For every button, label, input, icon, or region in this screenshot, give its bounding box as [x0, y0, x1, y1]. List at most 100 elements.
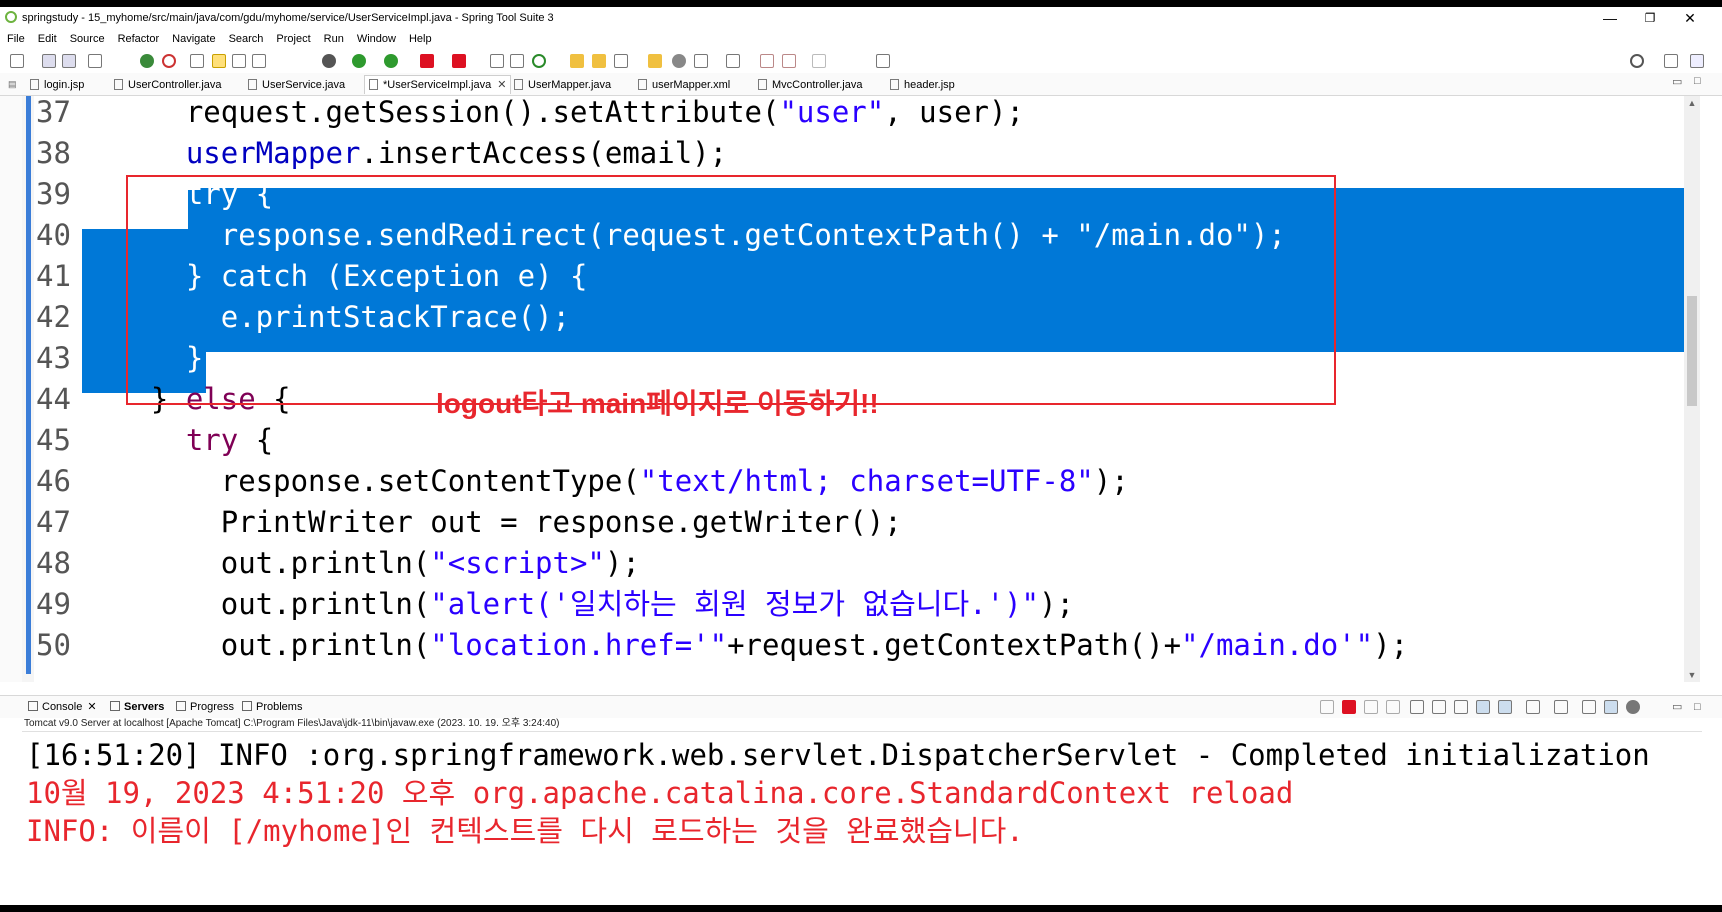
tab-list-icon[interactable]: ▤: [8, 79, 17, 90]
menu-project[interactable]: Project: [269, 29, 316, 49]
last-edit-icon[interactable]: [760, 54, 774, 68]
settings-icon[interactable]: [672, 54, 686, 68]
minimize-panel-icon[interactable]: ▭: [1672, 696, 1682, 718]
search-toolbar-icon[interactable]: [232, 54, 246, 68]
save-all-icon[interactable]: [62, 54, 76, 68]
minimize-editor-icon[interactable]: ▭: [1672, 75, 1682, 88]
open-console-icon[interactable]: [1554, 700, 1568, 714]
open-perspective-icon[interactable]: [1664, 54, 1678, 68]
menu-edit[interactable]: Edit: [31, 29, 63, 49]
show-stderr-icon[interactable]: [1476, 700, 1490, 714]
line-number: 38: [36, 136, 71, 170]
tab-userservice-java[interactable]: UserService.java: [248, 76, 345, 94]
code-editor[interactable]: 37 request.getSession().setAttribute("us…: [0, 96, 1722, 682]
tab-label: header.jsp: [904, 79, 955, 91]
tab-header-jsp[interactable]: header.jsp: [890, 76, 955, 94]
menu-source[interactable]: Source: [63, 29, 111, 49]
line-text: userMapper.insertAccess(email);: [185, 136, 728, 170]
close-tab-icon[interactable]: ✕: [497, 79, 506, 91]
terminate-icon[interactable]: [452, 54, 466, 68]
tab-usermapper-java[interactable]: UserMapper.java: [514, 76, 611, 94]
menu-file[interactable]: File: [0, 29, 31, 49]
scroll-lock-icon[interactable]: [1410, 700, 1424, 714]
new-console-icon[interactable]: [1582, 700, 1596, 714]
remove-all-icon[interactable]: [1386, 700, 1400, 714]
line-number: 50: [36, 628, 71, 662]
open-folder-icon[interactable]: [570, 54, 584, 68]
clear-console-icon[interactable]: [1320, 700, 1334, 714]
tab-mvccontroller-java[interactable]: MvcController.java: [758, 76, 862, 94]
open-file-icon[interactable]: [592, 54, 606, 68]
java-perspective-icon[interactable]: [1690, 54, 1704, 68]
package-icon[interactable]: [648, 54, 662, 68]
jsp-file-icon: [890, 79, 899, 90]
tab-userserviceimpl-java[interactable]: *UserServiceImpl.java ✕: [364, 75, 512, 94]
display-console-icon[interactable]: [1526, 700, 1540, 714]
open-type-icon[interactable]: [190, 54, 204, 68]
tab-problems[interactable]: Problems: [242, 696, 302, 718]
line-number: 41: [36, 259, 71, 293]
minimize-button[interactable]: —: [1590, 7, 1630, 29]
word-wrap-icon[interactable]: [1432, 700, 1446, 714]
menu-navigate[interactable]: Navigate: [165, 29, 221, 49]
pin-editor-icon[interactable]: [876, 54, 890, 68]
menu-help[interactable]: Help: [402, 29, 438, 49]
pin-console-icon[interactable]: [1498, 700, 1512, 714]
print-icon[interactable]: [88, 54, 102, 68]
next-annotation-icon[interactable]: [694, 54, 708, 68]
tab-login-jsp[interactable]: login.jsp: [30, 76, 84, 94]
tab-progress[interactable]: Progress: [176, 696, 234, 718]
new-server-icon[interactable]: [510, 54, 524, 68]
tab-console[interactable]: Console ✕: [28, 696, 97, 718]
save-icon[interactable]: [42, 54, 56, 68]
edit-icon[interactable]: [614, 54, 628, 68]
debug-icon[interactable]: [322, 54, 336, 68]
outline-icon[interactable]: [252, 54, 266, 68]
scrollbar-thumb[interactable]: [1687, 296, 1697, 406]
restore-button[interactable]: ❐: [1630, 7, 1670, 29]
new-icon[interactable]: [10, 54, 24, 68]
tab-label: login.jsp: [44, 79, 85, 91]
toggle-mark-icon[interactable]: [212, 54, 226, 68]
tab-servers[interactable]: Servers: [110, 696, 164, 718]
tab-usercontroller-java[interactable]: UserController.java: [114, 76, 222, 94]
prev-annotation-icon[interactable]: [726, 54, 740, 68]
maximize-panel-icon[interactable]: □: [1694, 696, 1701, 718]
editor-tabs: ▤ login.jsp UserController.java UserServ…: [0, 73, 1722, 96]
console-line: [16:51:20] INFO :org.springframework.web…: [26, 738, 1650, 772]
tab-label: Servers: [124, 701, 165, 713]
line-number: 45: [36, 423, 71, 457]
external-tools-icon[interactable]: [490, 54, 504, 68]
stop-icon[interactable]: [420, 54, 434, 68]
new-java-project-icon[interactable]: [532, 54, 546, 68]
close-console-icon[interactable]: ✕: [87, 701, 96, 713]
menu-search[interactable]: Search: [222, 29, 270, 49]
tab-label: userMapper.xml: [652, 79, 731, 91]
menu-refactor[interactable]: Refactor: [111, 29, 166, 49]
terminate-console-icon[interactable]: [1342, 700, 1356, 714]
back-icon[interactable]: [782, 54, 796, 68]
menu-run[interactable]: Run: [317, 29, 350, 49]
run-icon[interactable]: [352, 54, 366, 68]
maximize-editor-icon[interactable]: □: [1694, 75, 1701, 87]
tab-label: Progress: [190, 701, 235, 713]
line-number: 42: [36, 300, 71, 334]
console-output[interactable]: [16:51:20] INFO :org.springframework.web…: [22, 731, 1702, 905]
refresh-icon[interactable]: [162, 54, 176, 68]
spring-boot-icon[interactable]: [140, 54, 154, 68]
editor-vertical-scrollbar[interactable]: ▲ ▼: [1684, 96, 1700, 682]
console-settings-icon[interactable]: [1626, 700, 1640, 714]
console-line: 10월 19, 2023 4:51:20 오후 org.apache.catal…: [26, 776, 1294, 810]
link-console-icon[interactable]: [1604, 700, 1618, 714]
forward-icon[interactable]: [812, 54, 826, 68]
scroll-down-icon[interactable]: ▼: [1684, 670, 1700, 680]
search-icon[interactable]: [1630, 54, 1644, 68]
run-last-icon[interactable]: [384, 54, 398, 68]
java-file-icon: [369, 79, 378, 90]
tab-usermapper-xml[interactable]: userMapper.xml: [638, 76, 730, 94]
remove-launch-icon[interactable]: [1364, 700, 1378, 714]
close-button[interactable]: ✕: [1670, 7, 1710, 29]
show-stdout-icon[interactable]: [1454, 700, 1468, 714]
scroll-up-icon[interactable]: ▲: [1684, 98, 1700, 108]
menu-window[interactable]: Window: [350, 29, 402, 49]
